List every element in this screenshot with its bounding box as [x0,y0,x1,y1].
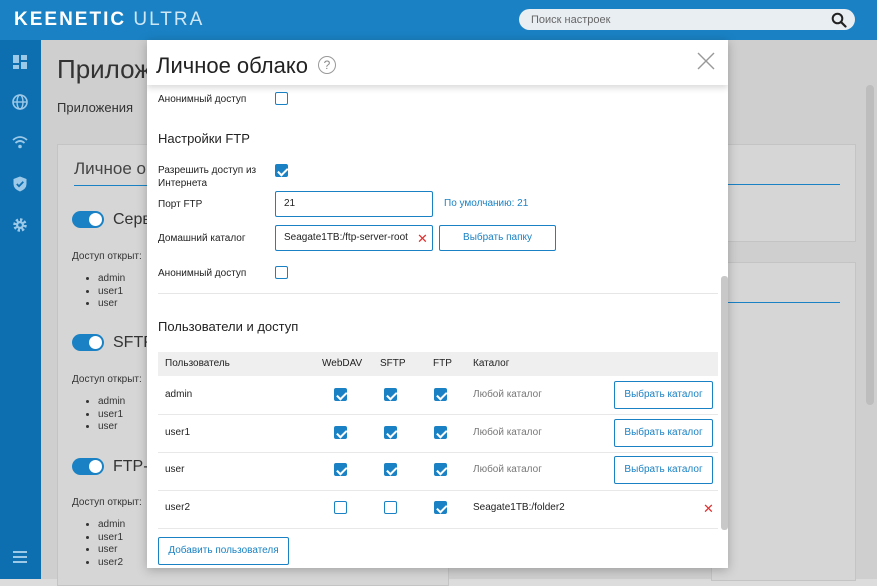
allow-internet-checkbox[interactable] [275,164,288,177]
webdav-checkbox[interactable] [334,463,347,476]
brand-logo[interactable]: KEENETIC ULTRA [14,9,204,31]
menu-icon[interactable] [11,548,29,566]
user-name: user2 [165,502,191,513]
ftp-port-label: Порт FTP [158,199,203,210]
table-row: user2 Seagate1TB:/folder2 ✕ [158,490,718,529]
catalog-value: Любой каталог [473,427,542,438]
webdav-checkbox[interactable] [334,388,347,401]
ftp-checkbox[interactable] [434,463,447,476]
access-label: Доступ открыт: [72,251,142,262]
col-catalog: Каталог [473,358,510,369]
ftp-checkbox[interactable] [434,388,447,401]
table-row: user Любой каталог Выбрать каталог [158,452,718,491]
home-dir-input[interactable]: Seagate1TB:/ftp-server-root [275,225,433,251]
catalog-value: Любой каталог [473,464,542,475]
anonymous-access-checkbox[interactable] [275,92,288,105]
ftp-checkbox[interactable] [434,501,447,514]
help-icon[interactable]: ? [318,56,336,74]
select-catalog-button[interactable]: Выбрать каталог [614,381,713,409]
user-name: admin [165,389,193,400]
access-user-list: adminuser1user [98,273,125,311]
page-scrollbar[interactable] [866,85,874,405]
col-ftp: FTP [433,358,452,369]
remove-catalog-icon[interactable]: ✕ [703,502,714,515]
table-row: admin Любой каталог Выбрать каталог [158,376,718,415]
divider [158,293,718,294]
ftp-checkbox[interactable] [434,426,447,439]
background-card [711,262,856,581]
col-user: Пользователь [165,358,230,369]
home-dir-label: Домашний каталог [158,233,246,244]
access-user-list: adminuser1user [98,396,125,434]
search-icon[interactable] [831,12,847,28]
sftp-checkbox[interactable] [384,388,397,401]
clear-icon[interactable]: ✕ [417,232,428,245]
background-card [711,144,856,242]
catalog-value: Любой каталог [473,389,542,400]
anonymous-ftp-label: Анонимный доступ [158,268,247,279]
col-webdav: WebDAV [322,358,363,369]
add-user-button[interactable]: Добавить пользователя [158,537,289,565]
select-catalog-button[interactable]: Выбрать каталог [614,419,713,447]
sidebar [0,40,41,579]
access-user-list: adminuser1useruser2 [98,519,125,569]
sftp-checkbox[interactable] [384,426,397,439]
dialog-header: Личное облако ? [147,40,728,85]
search-input[interactable] [531,11,821,28]
toggle-switch [72,458,104,476]
access-label: Доступ открыт: [72,374,142,385]
allow-internet-label: Разрешить доступ из Интернета [158,165,257,189]
toggle-switch [72,211,104,229]
user-name: user1 [165,427,191,438]
users-access-heading: Пользователи и доступ [158,319,299,334]
anonymous-ftp-checkbox[interactable] [275,266,288,279]
close-icon[interactable] [696,51,716,71]
select-catalog-button[interactable]: Выбрать каталог [614,456,713,484]
toggle-switch [72,334,104,352]
settings-search[interactable] [519,9,855,30]
anonymous-access-label: Анонимный доступ [158,94,247,105]
user-name: user [165,464,185,475]
dialog-title: Личное облако [156,53,308,78]
table-row: user1 Любой каталог Выбрать каталог [158,414,718,453]
ftp-port-input[interactable]: 21 [275,191,433,217]
sftp-checkbox[interactable] [384,463,397,476]
underline [712,302,840,303]
catalog-value: Seagate1TB:/folder2 [473,502,565,513]
users-table-header: Пользователь WebDAV SFTP FTP Каталог [158,352,718,376]
wifi-icon[interactable] [11,133,29,151]
col-sftp: SFTP [380,358,406,369]
home-dir-value: Seagate1TB:/ftp-server-root [284,232,408,243]
ftp-settings-heading: Настройки FTP [158,131,250,146]
webdav-checkbox[interactable] [334,426,347,439]
select-folder-button[interactable]: Выбрать папку [439,225,556,251]
tab-applications[interactable]: Приложения [57,100,133,115]
top-bar: KEENETIC ULTRA [0,0,877,40]
webdav-checkbox[interactable] [334,501,347,514]
sftp-toggle-row[interactable]: SFTP [72,334,154,352]
dashboard-icon[interactable] [11,53,29,71]
access-label: Доступ открыт: [72,497,142,508]
sftp-checkbox[interactable] [384,501,397,514]
dialog-scrollbar[interactable] [721,276,728,530]
globe-icon[interactable] [11,93,29,111]
webdav-toggle-row[interactable]: Серв [72,211,151,229]
ftp-toggle-row[interactable]: FTP- [72,458,149,476]
ftp-port-default-hint: По умолчанию: 21 [444,198,529,209]
gear-icon[interactable] [11,216,29,234]
shield-icon[interactable] [11,175,29,193]
personal-cloud-dialog: Личное облако ? Анонимный доступ Настрой… [147,40,728,568]
underline [712,184,840,185]
